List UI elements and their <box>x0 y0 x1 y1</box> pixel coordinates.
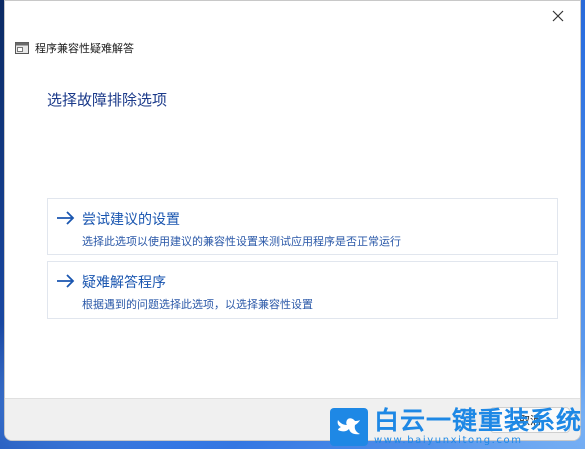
option-title: 疑难解答程序 <box>82 275 166 291</box>
option-description: 根据遇到的问题选择此选项，以选择兼容性设置 <box>82 298 313 311</box>
watermark-title: 白云一键重装系统 <box>374 405 583 435</box>
watermark: 白云一键重装系统 www.baiyunxitong.com <box>330 404 585 449</box>
option-try-recommended-settings[interactable]: 尝试建议的设置 选择此选项以使用建议的兼容性设置来测试应用程序是否正常运行 <box>47 198 558 255</box>
close-icon <box>552 10 564 22</box>
option-description: 选择此选项以使用建议的兼容性设置来测试应用程序是否正常运行 <box>82 235 401 248</box>
arrow-right-icon <box>57 211 75 225</box>
watermark-url: www.baiyunxitong.com <box>374 434 523 446</box>
option-title: 尝试建议的设置 <box>82 212 180 228</box>
page-heading: 选择故障排除选项 <box>47 91 168 109</box>
option-troubleshoot-program[interactable]: 疑难解答程序 根据遇到的问题选择此选项，以选择兼容性设置 <box>47 261 558 319</box>
troubleshooter-app-icon <box>15 42 29 54</box>
arrow-right-icon <box>57 274 75 288</box>
window-title: 程序兼容性疑难解答 <box>35 42 134 55</box>
bird-logo-icon <box>330 407 368 446</box>
close-button[interactable] <box>544 5 572 27</box>
window-titlebar: 程序兼容性疑难解答 <box>15 39 134 57</box>
troubleshooter-window: 程序兼容性疑难解答 选择故障排除选项 尝试建议的设置 选择此选项以使用建议的兼容… <box>4 0 581 441</box>
